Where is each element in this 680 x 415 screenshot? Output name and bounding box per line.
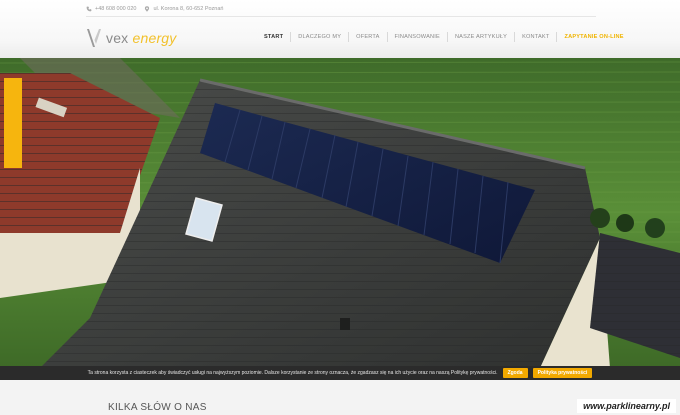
hero-image	[0, 58, 680, 368]
nav-item-start[interactable]: START	[262, 32, 290, 42]
phone-icon	[86, 6, 92, 11]
privacy-policy-button[interactable]: Polityka prywatności	[532, 368, 593, 378]
cookie-bar: Ta strona korzysta z ciasteczek aby świa…	[0, 366, 680, 380]
address-text: ul. Korona 8, 60-652 Poznań	[153, 5, 224, 12]
phone-contact[interactable]: +48 608 000 020	[86, 6, 136, 12]
nav-item-oferta[interactable]: OFERTA	[348, 32, 386, 42]
slider-tab[interactable]	[4, 78, 22, 168]
nav-item-zapytanie-online[interactable]: ZAPYTANIE ON-LINE	[556, 32, 630, 42]
hero-slider	[0, 58, 680, 368]
logo-mark-icon	[87, 29, 101, 47]
cookie-accept-button[interactable]: Zgoda	[502, 368, 528, 378]
nav-item-finansowanie[interactable]: FINANSOWANIE	[386, 32, 447, 42]
nav-item-dlaczego-my[interactable]: DLACZEGO MY	[290, 32, 348, 42]
cookie-text: Ta strona korzysta z ciasteczek aby świa…	[87, 370, 498, 376]
nav-item-kontakt[interactable]: KONTAKT	[514, 32, 556, 42]
contact-bar: +48 608 000 020 ul. Korona 8, 60-652 Poz…	[86, 3, 223, 14]
site-header: +48 608 000 020 ul. Korona 8, 60-652 Poz…	[0, 0, 680, 58]
logo-vex: vex	[106, 30, 129, 46]
section-title: KILKA SŁÓW O NAS	[108, 402, 207, 413]
watermark: www.parklinearny.pl	[577, 399, 676, 413]
logo-text: vex energy	[106, 31, 177, 45]
map-pin-icon	[145, 5, 150, 12]
address-contact: ul. Korona 8, 60-652 Poznań	[144, 6, 223, 12]
main-nav: START DLACZEGO MY OFERTA FINANSOWANIE NA…	[262, 31, 631, 43]
phone-number: +48 608 000 020	[95, 5, 137, 12]
site-logo[interactable]: vex energy	[86, 28, 177, 48]
header-divider	[86, 16, 596, 17]
nav-item-nasze-artykuly[interactable]: NASZE ARTYKUŁY	[446, 32, 514, 42]
logo-energy: energy	[132, 30, 177, 46]
